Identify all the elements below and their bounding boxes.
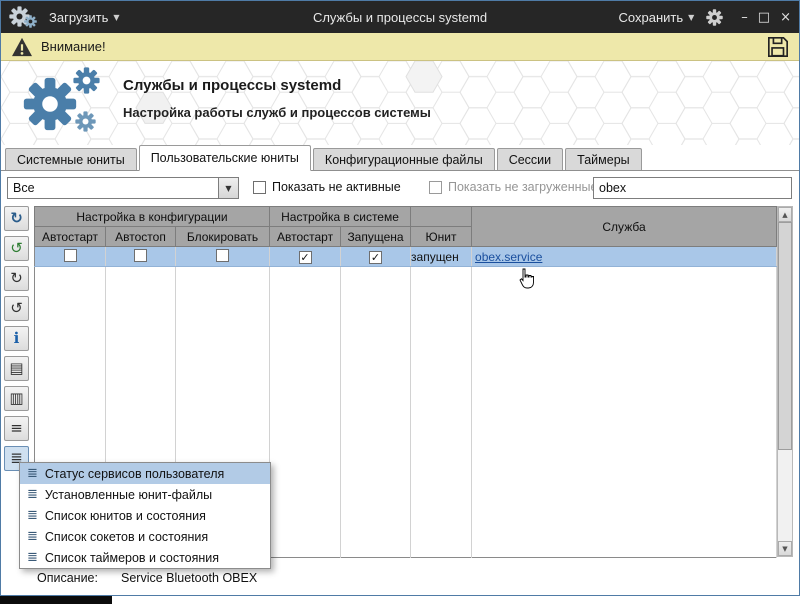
save-button[interactable]: Сохранить ▼: [619, 10, 695, 25]
app-window: Службы и процессы systemd Загрузить ▼ Со…: [0, 0, 800, 596]
settings-gear-icon[interactable]: [706, 9, 723, 26]
scroll-up-button[interactable]: ▲: [778, 207, 792, 222]
edit-unit-button[interactable]: ▥: [4, 386, 29, 411]
column-header-autostop: Автостоп: [105, 226, 176, 247]
column-header-block: Блокировать: [174, 226, 271, 247]
column-header-service: Служба: [471, 206, 778, 247]
scroll-down-button[interactable]: ▼: [778, 541, 792, 556]
running-checkbox[interactable]: [369, 250, 383, 264]
column-header-autostart-config: Автостарт: [34, 226, 106, 247]
checkbox-box[interactable]: [429, 180, 442, 194]
document-edit-icon: ▥: [9, 389, 24, 407]
tab-sessions[interactable]: Сессии: [496, 148, 564, 170]
chevron-down-icon: ▼: [113, 12, 120, 22]
scope-dropdown-value: Все: [13, 181, 35, 195]
column-header-running: Запущена: [340, 226, 412, 247]
autostart-config-checkbox[interactable]: [63, 248, 77, 262]
checkbox-label: Показать не активные: [272, 180, 401, 194]
restart-button[interactable]: ↺: [4, 236, 29, 261]
scrollbar-track[interactable]: [778, 450, 792, 541]
chevron-down-icon: ▼: [225, 183, 232, 193]
start-icon: ↻: [10, 269, 23, 287]
close-button[interactable]: ×: [780, 11, 791, 24]
side-toolbar: ↻ ↺ ↻ ↺ ℹ ▤ ▥ ≡ ≣: [4, 206, 31, 471]
checkbox-label: Показать не загруженные: [448, 180, 598, 194]
app-gears-icon: [9, 5, 39, 29]
refresh-icon: ↻: [10, 209, 23, 227]
document-icon: ▤: [9, 359, 24, 377]
block-checkbox[interactable]: [216, 248, 229, 262]
warning-bar: Внимание!: [1, 33, 799, 61]
vertical-scrollbar[interactable]: ▲ ▼: [777, 206, 793, 557]
hand-cursor-icon: [519, 268, 534, 289]
scrollbar-thumb[interactable]: [778, 222, 792, 450]
list-icon: ≣: [27, 487, 38, 502]
page-header: Службы и процессы systemd Настройка рабо…: [1, 61, 799, 145]
description-value: Service Bluetooth OBEX: [121, 571, 258, 585]
maximize-button[interactable]: □: [758, 11, 770, 24]
arrow-down-icon: ▼: [782, 544, 788, 553]
menu-item-units-list[interactable]: ≣ Список юнитов и состояния: [20, 505, 270, 526]
desktop: Службы и процессы systemd Загрузить ▼ Со…: [0, 0, 800, 604]
service-link[interactable]: obex.service: [472, 250, 542, 264]
menu-item-installed-unit-files[interactable]: ≣ Установленные юнит-файлы: [20, 484, 270, 505]
info-icon: ℹ: [13, 329, 20, 347]
autostart-system-checkbox[interactable]: [298, 250, 312, 264]
desktop-strip: [0, 596, 112, 604]
menu-item-timers-list[interactable]: ≣ Список таймеров и состояния: [20, 547, 270, 568]
tab-timers[interactable]: Таймеры: [565, 148, 642, 170]
minimize-button[interactable]: –: [741, 11, 748, 24]
floppy-icon: [768, 36, 788, 57]
undo-button[interactable]: ↺: [4, 296, 29, 321]
load-button[interactable]: Загрузить ▼: [49, 10, 120, 25]
show-unloaded-checkbox[interactable]: Показать не загруженные: [429, 180, 597, 194]
show-inactive-checkbox[interactable]: Показать не активные: [253, 180, 401, 194]
list-icon: ≣: [27, 529, 38, 544]
menu-item-sockets-list[interactable]: ≣ Список сокетов и состояния: [20, 526, 270, 547]
column-header-autostart-system: Автостарт: [269, 226, 342, 247]
warning-icon: [12, 37, 32, 56]
tab-user-units[interactable]: Пользовательские юниты: [138, 145, 311, 171]
list-button[interactable]: ≡: [4, 416, 29, 441]
page-title: Службы и процессы systemd: [123, 77, 342, 94]
chevron-down-icon: ▼: [688, 12, 695, 22]
arrow-up-icon: ▲: [782, 210, 788, 219]
group-header-empty: [410, 206, 473, 227]
save-file-button[interactable]: [767, 36, 789, 58]
status-context-menu: ≣ Статус сервисов пользователя ≣ Установ…: [19, 462, 271, 569]
restart-icon: ↺: [10, 239, 23, 257]
info-button[interactable]: ℹ: [4, 326, 29, 351]
tab-system-units[interactable]: Системные юниты: [5, 148, 137, 170]
log-button[interactable]: ▤: [4, 356, 29, 381]
list-icon: ≡: [10, 419, 23, 437]
list-icon: ≣: [27, 466, 38, 481]
scope-dropdown[interactable]: Все ▼: [7, 177, 239, 199]
checkbox-box[interactable]: [253, 180, 266, 194]
titlebar: Службы и процессы systemd Загрузить ▼ Со…: [1, 1, 799, 33]
column-header-unit: Юнит: [410, 226, 473, 247]
unit-state-cell: запущен: [410, 246, 473, 267]
search-input[interactable]: [593, 177, 792, 199]
warning-text: Внимание!: [41, 39, 106, 54]
hero-gears-icon: [23, 67, 119, 141]
start-button[interactable]: ↻: [4, 266, 29, 291]
list-icon: ≣: [27, 508, 38, 523]
group-header-system: Настройка в системе: [269, 206, 412, 227]
dropdown-button[interactable]: ▼: [218, 178, 238, 198]
description-row: Описание: Service Bluetooth OBEX: [37, 571, 257, 585]
description-label: Описание:: [37, 571, 98, 585]
page-subtitle: Настройка работы служб и процессов систе…: [123, 105, 431, 120]
autostop-checkbox[interactable]: [134, 248, 147, 262]
group-header-config: Настройка в конфигурации: [33, 206, 271, 227]
tab-bar: Системные юниты Пользовательские юниты К…: [1, 145, 799, 171]
table-row[interactable]: запущен obex.service: [34, 246, 778, 267]
undo-icon: ↺: [10, 299, 23, 317]
tab-config-files[interactable]: Конфигурационные файлы: [312, 148, 495, 170]
refresh-button[interactable]: ↻: [4, 206, 29, 231]
list-icon: ≣: [27, 550, 38, 565]
menu-item-user-services-status[interactable]: ≣ Статус сервисов пользователя: [20, 463, 270, 484]
